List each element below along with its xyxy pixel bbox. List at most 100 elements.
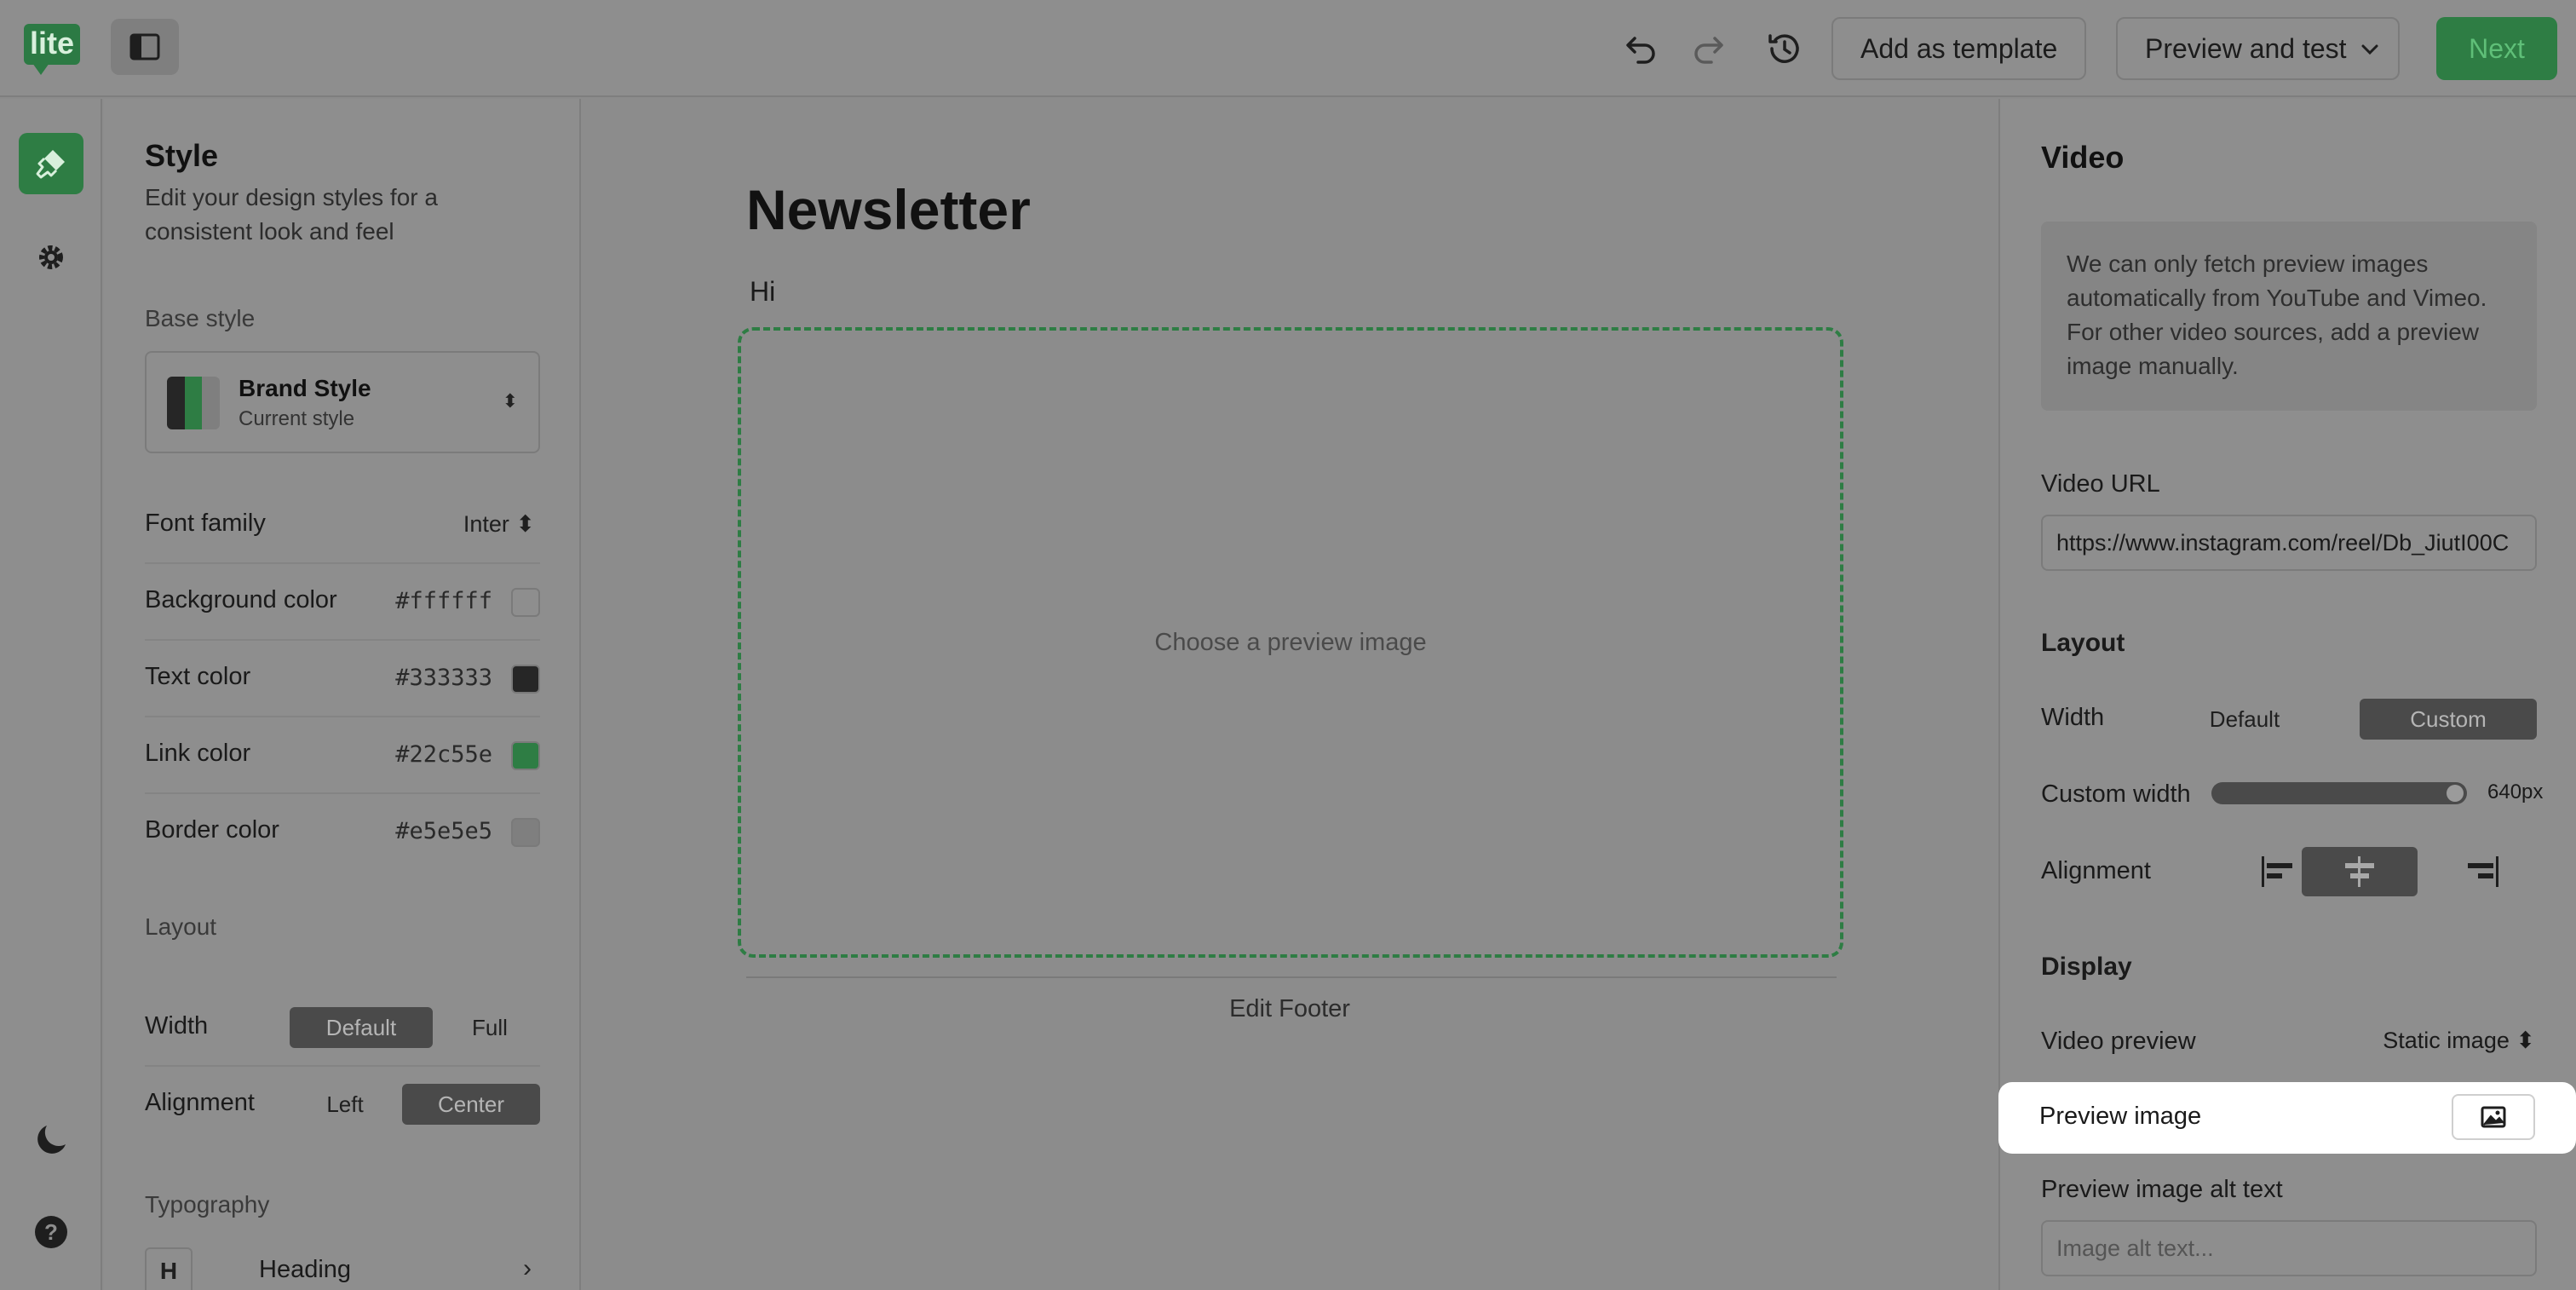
border-color-label: Border color	[145, 816, 279, 844]
font-family-row[interactable]: Font family Inter ⬍	[145, 487, 540, 564]
layout-section-label: Layout	[145, 913, 217, 940]
video-preview-value: Static image	[2383, 1028, 2510, 1053]
dark-mode-button[interactable]	[19, 1109, 83, 1171]
align-center-button[interactable]	[2302, 847, 2418, 896]
video-block[interactable]: Choose a preview image	[738, 327, 1843, 958]
video-url-label: Video URL	[2041, 470, 2160, 498]
video-preview-select[interactable]: Static image ⬍	[2383, 1028, 2535, 1054]
border-color-row[interactable]: Border color #e5e5e5	[145, 794, 540, 871]
align-center-icon	[2345, 856, 2374, 887]
edit-footer-link[interactable]: Edit Footer	[583, 995, 1997, 1023]
link-color-row[interactable]: Link color #22c55e	[145, 717, 540, 794]
svg-text:?: ?	[44, 1219, 58, 1245]
undo-icon	[1626, 37, 1655, 64]
font-family-label: Font family	[145, 510, 266, 537]
slider-handle[interactable]	[2447, 785, 2464, 802]
help-icon: ?	[35, 1216, 67, 1248]
width-full-option[interactable]: Full	[440, 1007, 540, 1048]
width-row: Width Default Full	[145, 990, 540, 1067]
paint-brush-icon	[36, 150, 65, 179]
sidebar-icon	[129, 33, 160, 60]
heading-label: Heading	[259, 1256, 352, 1283]
custom-width-value: 640px	[2487, 780, 2544, 803]
align-right-button[interactable]	[2423, 847, 2539, 896]
email-canvas: Newsletter Hi Choose a preview image Edi…	[583, 99, 1997, 1290]
alignment-center-option[interactable]: Center	[402, 1084, 540, 1125]
background-color-value[interactable]: #ffffff	[395, 588, 492, 614]
alt-text-label: Preview image alt text	[2041, 1176, 2283, 1203]
alignment-left-option[interactable]: Left	[295, 1084, 395, 1125]
width-label: Width	[145, 1012, 209, 1039]
link-color-value[interactable]: #22c55e	[395, 741, 492, 768]
rail-settings-button[interactable]	[19, 227, 83, 288]
base-style-select[interactable]: Brand Style Current style ⬍	[145, 351, 540, 453]
border-color-value[interactable]: #e5e5e5	[395, 818, 492, 844]
chevron-right-icon: ›	[523, 1254, 532, 1282]
history-icon	[1768, 34, 1799, 63]
history-button[interactable]	[1763, 27, 1806, 70]
base-style-label: Base style	[145, 305, 256, 331]
moon-icon	[37, 1126, 66, 1154]
video-alignment-label: Alignment	[2041, 857, 2151, 884]
font-family-select[interactable]: Inter ⬍	[463, 511, 535, 538]
preview-and-test-label: Preview and test	[2145, 33, 2347, 64]
rail-style-button[interactable]	[19, 133, 83, 194]
alt-text-input[interactable]: Image alt text...	[2041, 1220, 2537, 1276]
sort-arrows-icon: ⬍	[502, 390, 518, 412]
typography-heading-item[interactable]: H Heading ›	[145, 1242, 540, 1290]
alignment-row: Alignment Left Center	[145, 1067, 540, 1143]
background-color-label: Background color	[145, 586, 337, 613]
next-button[interactable]: Next	[2436, 17, 2557, 80]
background-color-swatch[interactable]	[511, 588, 540, 617]
background-color-row[interactable]: Background color #ffffff	[145, 564, 540, 641]
add-as-template-button[interactable]: Add as template	[1831, 17, 2087, 80]
text-color-label: Text color	[145, 663, 251, 690]
video-url-input[interactable]: https://www.instagram.com/reel/Db_JiutI0…	[2041, 515, 2537, 571]
preview-image-label: Preview image	[2039, 1103, 2202, 1130]
redo-button[interactable]	[1687, 27, 1729, 70]
display-section-label: Display	[2041, 953, 2132, 981]
text-color-value[interactable]: #333333	[395, 665, 492, 691]
choose-preview-image-button[interactable]	[2452, 1094, 2535, 1140]
image-icon	[2481, 1106, 2506, 1128]
video-layout-section-label: Layout	[2041, 629, 2125, 657]
brand-style-name: Brand Style	[239, 375, 371, 401]
link-color-swatch[interactable]	[511, 741, 540, 770]
width-default-option[interactable]: Default	[290, 1007, 433, 1048]
brand-style-subtitle: Current style	[239, 407, 355, 430]
help-button[interactable]: ?	[19, 1201, 83, 1263]
style-panel-title: Style	[145, 138, 219, 173]
preview-and-test-button[interactable]: Preview and test	[2116, 17, 2400, 80]
custom-width-label: Custom width	[2041, 780, 2191, 808]
brand-style-thumbnail	[167, 377, 220, 429]
custom-width-slider[interactable]	[2211, 782, 2467, 804]
top-bar: lite Add as template Preview and test Ne…	[0, 0, 2576, 97]
sort-arrows-icon: ⬍	[515, 511, 535, 537]
align-right-icon	[2468, 856, 2498, 887]
video-placeholder-text: Choose a preview image	[1154, 628, 1427, 656]
font-family-value: Inter	[463, 511, 509, 537]
redo-icon	[1694, 37, 1723, 64]
newsletter-title[interactable]: Newsletter	[746, 177, 1031, 242]
preview-image-row[interactable]: Preview image	[1998, 1082, 2576, 1154]
video-preview-label: Video preview	[2041, 1028, 2196, 1055]
footer-divider	[746, 976, 1837, 978]
video-width-custom-option[interactable]: Custom	[2360, 699, 2537, 740]
text-color-swatch[interactable]	[511, 665, 540, 694]
link-color-label: Link color	[145, 740, 251, 767]
gear-icon	[39, 245, 63, 269]
undo-button[interactable]	[1620, 27, 1663, 70]
heading-icon: H	[145, 1247, 193, 1290]
alignment-label: Alignment	[145, 1089, 255, 1116]
video-width-label: Width	[2041, 704, 2105, 731]
greeting-text[interactable]: Hi	[750, 276, 775, 308]
text-color-row[interactable]: Text color #333333	[145, 641, 540, 717]
style-panel: Style Edit your design styles for a cons…	[104, 99, 581, 1290]
app-logo: lite	[24, 24, 80, 75]
style-panel-description: Edit your design styles for a consistent…	[145, 184, 438, 245]
align-left-icon	[2262, 856, 2292, 887]
sort-arrows-icon: ⬍	[2516, 1028, 2535, 1053]
video-width-default-option[interactable]: Default	[2181, 699, 2309, 740]
border-color-swatch[interactable]	[511, 818, 540, 847]
toggle-sidebar-button[interactable]	[111, 19, 179, 75]
